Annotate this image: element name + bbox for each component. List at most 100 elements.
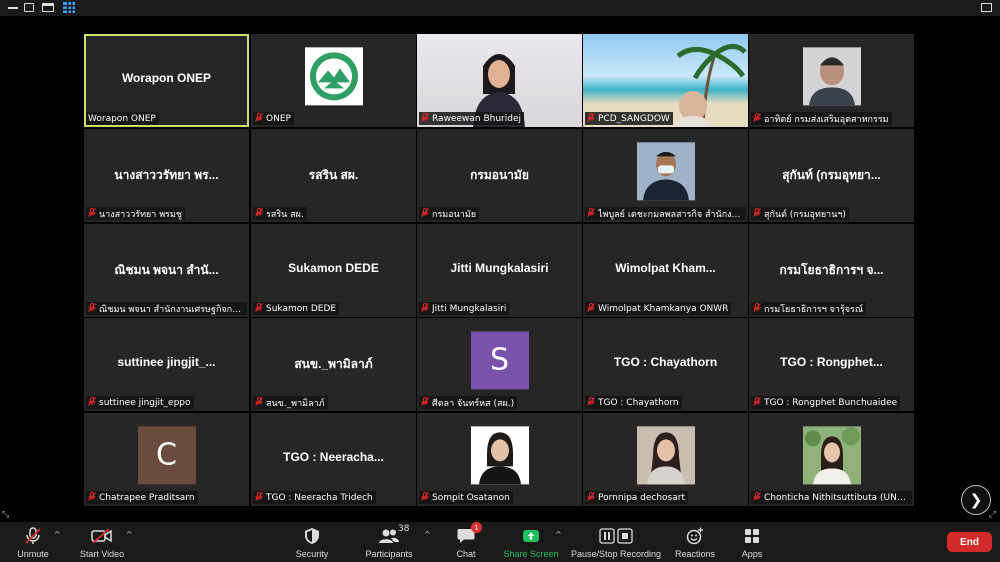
participant-tile[interactable]: ณิชมน พจนา สำนั... ณิชมน พจนา สำนักงานเศร… bbox=[84, 224, 249, 317]
participant-name-tag: Sompit Osatanon bbox=[419, 491, 513, 504]
participant-name-label: suttinee jingjit_eppo bbox=[99, 397, 191, 408]
participant-name-label: กรมโยธาธิการฯ จารุ้จรณ์ bbox=[764, 304, 864, 315]
mic-muted-icon bbox=[587, 492, 595, 503]
fullscreen-icon[interactable] bbox=[981, 3, 992, 12]
participant-tile[interactable]: Wimolpat Kham... Wimolpat Khamkanya ONWR bbox=[583, 224, 748, 317]
chevron-right-icon: ❯ bbox=[969, 491, 983, 509]
mic-muted-icon bbox=[421, 397, 429, 408]
gallery-view-icon[interactable] bbox=[63, 2, 75, 13]
participant-tile[interactable]: สนข._พามิลาภ์ สนข._พามิลาภ์ bbox=[251, 318, 416, 411]
mic-muted-icon bbox=[753, 397, 761, 408]
participant-name-label: Raweewan Bhuridej bbox=[432, 113, 521, 124]
participant-name-tag: ไพบูลย์ เตชะกมลพลสารกิจ สำนักงานเศ... bbox=[585, 207, 746, 220]
restore-icon[interactable] bbox=[24, 3, 34, 12]
participant-name-tag: กรมโยธาธิการฯ จารุ้จรณ์ bbox=[751, 302, 867, 315]
participant-name-label: สนข._พามิลาภ์ bbox=[266, 398, 325, 409]
security-button[interactable]: Security bbox=[294, 526, 330, 559]
participant-name-tag: ONEP bbox=[253, 112, 294, 125]
participant-display-name: TGO : Chayathorn bbox=[613, 355, 718, 369]
participant-tile[interactable]: อาทิตย์ กรมส่งเสริมอุตสาหกรรม bbox=[749, 34, 914, 127]
video-off-icon bbox=[91, 526, 113, 546]
participant-name-tag: ณิชมน พจนา สำนักงานเศรษฐกิจการเ... bbox=[86, 302, 247, 315]
mic-muted-icon bbox=[421, 208, 429, 219]
participant-name-tag: Jitti Mungkalasiri bbox=[419, 302, 510, 315]
share-options-caret-icon[interactable]: ^ bbox=[555, 530, 562, 539]
apps-icon bbox=[744, 526, 760, 546]
participant-name-tag: อาทิตย์ กรมส่งเสริมอุตสาหกรรม bbox=[751, 112, 892, 125]
participant-display-name: Wimolpat Kham... bbox=[615, 261, 716, 275]
participant-tile[interactable]: Pornnipa dechosart bbox=[583, 413, 748, 506]
mic-muted-icon bbox=[255, 492, 263, 503]
end-meeting-button[interactable]: End bbox=[947, 532, 992, 552]
participant-tile[interactable]: S ศีตลา จันทร์หส (สผ.) bbox=[417, 318, 582, 411]
video-options-caret-icon[interactable]: ^ bbox=[126, 530, 133, 539]
share-screen-icon bbox=[522, 526, 540, 546]
participants-label: Participants bbox=[365, 549, 413, 559]
participant-name-label: TGO : Neeracha Tridech bbox=[266, 492, 373, 503]
participant-tile[interactable]: Sukamon DEDE Sukamon DEDE bbox=[251, 224, 416, 317]
participant-display-name: suttinee jingjit_... bbox=[117, 355, 216, 369]
participant-name-label: Wimolpat Khamkanya ONWR bbox=[598, 303, 729, 314]
participant-name-label: นางสาววรัทยา พรมชู bbox=[99, 209, 183, 220]
participant-tile[interactable]: Jitti Mungkalasiri Jitti Mungkalasiri bbox=[417, 224, 582, 317]
mic-muted-icon bbox=[421, 113, 429, 124]
start-video-button[interactable]: Start Video bbox=[78, 526, 126, 559]
mic-muted-icon bbox=[753, 113, 761, 124]
participant-tile[interactable]: รสริน สผ. รสริน สผ. bbox=[251, 129, 416, 222]
start-video-label: Start Video bbox=[79, 549, 125, 559]
reactions-button[interactable]: Reactions bbox=[673, 526, 717, 559]
mic-muted-icon bbox=[753, 492, 761, 503]
unmute-button[interactable]: Unmute bbox=[14, 526, 52, 559]
participant-tile[interactable]: สุกันท์ (กรมอุทยา... สุกันต์ (กรมอุทยานฯ) bbox=[749, 129, 914, 222]
share-screen-button[interactable]: Share Screen bbox=[503, 526, 559, 559]
participant-display-name: สุกันท์ (กรมอุทยา... bbox=[782, 168, 881, 182]
participant-tile[interactable]: TGO : Rongphet... TGO : Rongphet Bunchuai… bbox=[749, 318, 914, 411]
participant-name-label: TGO : Rongphet Bunchuaidee bbox=[764, 397, 898, 408]
participant-tile[interactable]: นางสาววรัทยา พร... นางสาววรัทยา พรมชู bbox=[84, 129, 249, 222]
mic-muted-icon bbox=[88, 492, 96, 503]
participant-name-tag: suttinee jingjit_eppo bbox=[86, 396, 194, 409]
participant-tile[interactable]: TGO : Neeracha... TGO : Neeracha Tridech bbox=[251, 413, 416, 506]
participant-tile[interactable]: Raweewan Bhuridej bbox=[417, 34, 582, 127]
security-label: Security bbox=[295, 549, 329, 559]
minimize-icon[interactable] bbox=[8, 7, 18, 9]
participant-name-tag: สุกันต์ (กรมอุทยานฯ) bbox=[751, 207, 849, 220]
participant-tile[interactable]: Worapon ONEP Worapon ONEP bbox=[84, 34, 249, 127]
participant-tile[interactable]: ไพบูลย์ เตชะกมลพลสารกิจ สำนักงานเศ... bbox=[583, 129, 748, 222]
participant-display-name: TGO : Rongphet... bbox=[780, 355, 883, 369]
participant-tile[interactable]: Chonticha Nithitsuttibuta (UNDP) bbox=[749, 413, 914, 506]
participant-tile[interactable]: PCD_SANGDOW bbox=[583, 34, 748, 127]
apps-button[interactable]: Apps bbox=[738, 526, 766, 559]
avatar-initial: C bbox=[137, 425, 196, 484]
avatar-initial: S bbox=[470, 330, 529, 389]
participant-photo bbox=[470, 425, 529, 484]
participant-name-tag: Wimolpat Khamkanya ONWR bbox=[585, 302, 732, 315]
mini-window-icon[interactable] bbox=[42, 3, 54, 12]
participant-tile[interactable]: TGO : Chayathorn TGO : Chayathorn bbox=[583, 318, 748, 411]
participant-tile[interactable]: กรมอนามัย กรมอนามัย bbox=[417, 129, 582, 222]
participant-name-tag: PCD_SANGDOW bbox=[585, 112, 673, 125]
pause-stop-recording-button[interactable]: Pause/Stop Recording bbox=[571, 526, 661, 559]
participant-tile[interactable]: C Chatrapee Praditsarn bbox=[84, 413, 249, 506]
audio-options-caret-icon[interactable]: ^ bbox=[54, 530, 61, 539]
resize-corner-icon: ⤢ bbox=[988, 510, 996, 520]
participant-photo bbox=[802, 46, 861, 105]
participant-tile[interactable]: กรมโยธาธิการฯ จ... กรมโยธาธิการฯ จารุ้จรณ… bbox=[749, 224, 914, 317]
chat-button[interactable]: 1 Chat bbox=[453, 522, 482, 559]
participant-display-name: สนข._พามิลาภ์ bbox=[294, 357, 373, 371]
participant-name-label: Chonticha Nithitsuttibuta (UNDP) bbox=[764, 492, 909, 503]
participant-tile[interactable]: ONEP bbox=[251, 34, 416, 127]
chat-icon: 1 bbox=[457, 522, 482, 546]
resize-corner-icon: ⤡ bbox=[2, 510, 10, 520]
mic-muted-icon bbox=[255, 208, 263, 219]
participant-display-name: กรมโยธาธิการฯ จ... bbox=[779, 263, 884, 277]
participants-caret-icon[interactable]: ^ bbox=[424, 530, 431, 539]
participant-tile[interactable]: Sompit Osatanon bbox=[417, 413, 582, 506]
participants-button[interactable]: 38 Participants bbox=[364, 524, 414, 559]
participant-name-tag: รสริน สผ. bbox=[253, 207, 307, 220]
participant-display-name: ณิชมน พจนา สำนั... bbox=[114, 263, 219, 277]
participant-name-label: Worapon ONEP bbox=[88, 113, 156, 124]
participant-name-label: กรมอนามัย bbox=[432, 209, 477, 220]
next-page-button[interactable]: ❯ bbox=[961, 485, 991, 515]
participant-tile[interactable]: suttinee jingjit_... suttinee jingjit_epp… bbox=[84, 318, 249, 411]
